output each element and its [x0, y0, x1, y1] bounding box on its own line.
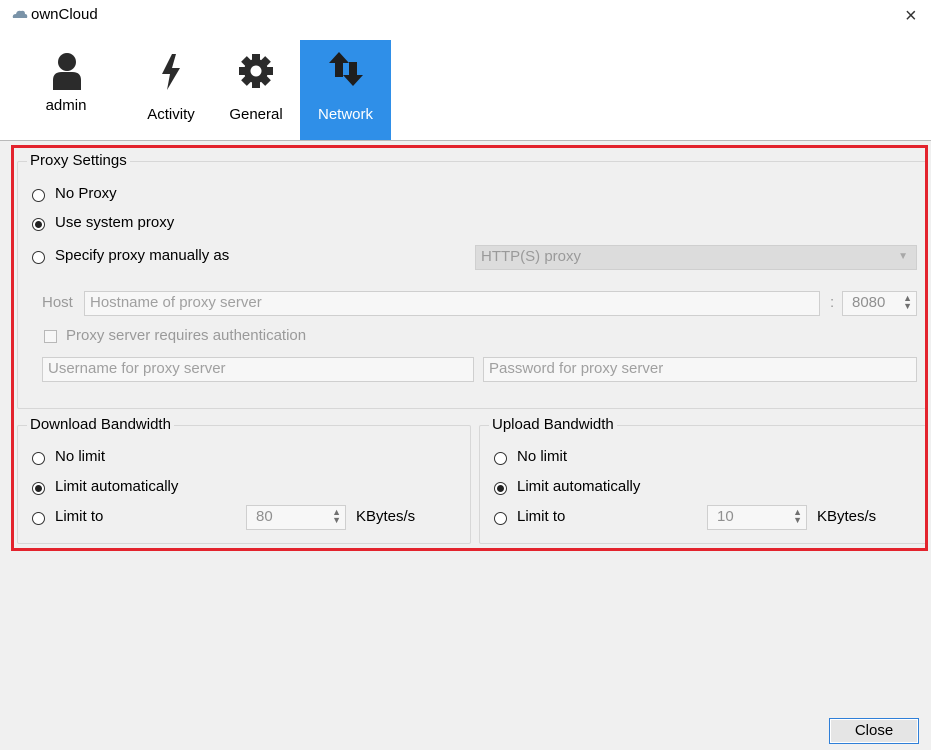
tab-general[interactable]: General [218, 40, 294, 140]
title-bar: ownCloud × [0, 0, 931, 36]
highlight-frame [11, 145, 928, 551]
network-arrows-icon [329, 52, 363, 86]
tab-network[interactable]: Network [300, 40, 391, 140]
owncloud-logo-icon [12, 10, 28, 18]
tab-activity[interactable]: Activity [136, 40, 206, 140]
window-title: ownCloud [31, 6, 98, 23]
tab-label-admin: admin [45, 97, 87, 114]
tab-label-activity: Activity [147, 106, 195, 123]
tab-label-general: General [229, 106, 283, 123]
settings-toolbar: admin Activity General Network [0, 36, 931, 141]
tab-label-network: Network [317, 106, 373, 123]
user-icon [53, 53, 81, 90]
window-close-icon[interactable]: × [905, 6, 917, 26]
tab-account-admin[interactable]: admin [28, 40, 104, 140]
lightning-icon [162, 54, 180, 90]
close-button[interactable]: Close [829, 718, 919, 744]
gear-icon [239, 54, 273, 88]
